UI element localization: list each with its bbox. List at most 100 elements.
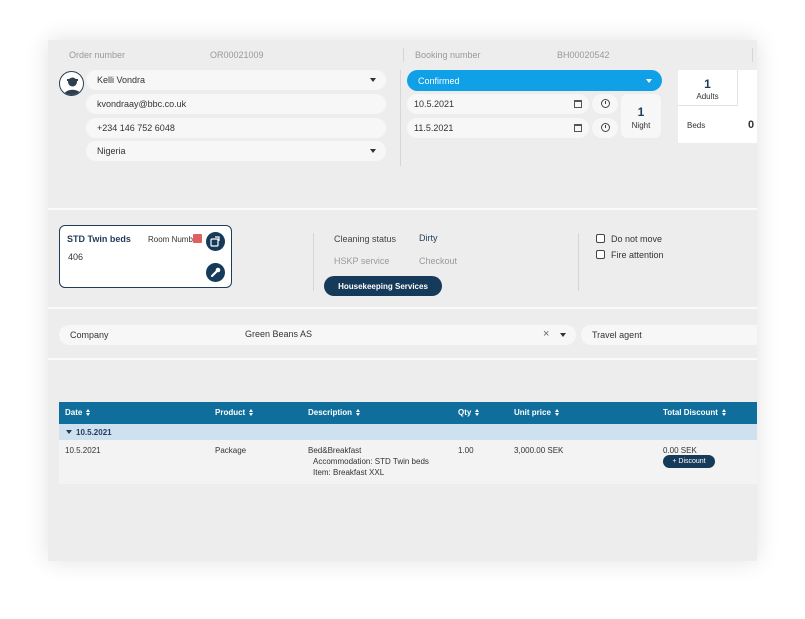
date-group-row[interactable]: 10.5.2021 (59, 424, 757, 440)
row-description-accommodation: Accommodation: STD Twin beds (313, 457, 429, 466)
guest-name-select[interactable]: Kelli Vondra (86, 70, 386, 90)
column-unit-price[interactable]: Unit price (514, 408, 560, 417)
clock-icon (601, 99, 610, 108)
company-select[interactable]: Company Green Beans AS × (59, 325, 576, 345)
guest-avatar-icon[interactable] (59, 71, 84, 96)
column-description[interactable]: Description (308, 408, 361, 417)
column-product-label: Product (215, 408, 246, 417)
row-unit-price: 3,000.00 SEK (514, 446, 564, 455)
company-value: Green Beans AS (245, 329, 313, 339)
room-tools-button[interactable] (206, 263, 225, 282)
row-description-item: Item: Breakfast XXL (313, 468, 385, 477)
room-type: STD Twin beds (67, 234, 131, 244)
row-qty: 1.00 (458, 446, 474, 455)
swap-icon (210, 236, 220, 247)
sort-icon (356, 408, 361, 417)
room-number-label: Room Numb (148, 235, 193, 244)
hskp-service-label: HSKP service (334, 256, 390, 266)
booking-status: Confirmed (418, 75, 460, 86)
booking-status-select[interactable]: Confirmed (407, 70, 662, 91)
order-number-value: OR00021009 (210, 50, 264, 60)
sort-icon (554, 408, 560, 417)
departure-time-button[interactable] (592, 118, 618, 138)
cleaning-status-value[interactable]: Dirty (419, 233, 438, 243)
nights-box: 1 Night (621, 94, 661, 138)
room-number: 406 (68, 252, 84, 262)
group-date: 10.5.2021 (76, 428, 112, 437)
occupancy-panel: 1 Adults Beds 0 (678, 70, 757, 143)
nights-label: Night (631, 121, 651, 130)
table-row[interactable]: 10.5.2021 Package Bed&Breakfast Accommod… (59, 440, 757, 484)
chevron-down-icon (370, 149, 376, 153)
guest-phone-field[interactable]: +234 146 752 6048 (86, 118, 386, 138)
sort-icon (475, 408, 480, 417)
fire-attention-label: Fire attention (611, 250, 664, 260)
row-description: Bed&Breakfast (308, 446, 362, 455)
row-date: 10.5.2021 (65, 446, 101, 455)
departure-date: 11.5.2021 (414, 123, 454, 133)
chevron-down-icon (370, 78, 376, 82)
edit-room-icon[interactable] (193, 234, 202, 243)
section-divider (48, 208, 757, 210)
arrival-time-button[interactable] (592, 94, 618, 114)
wrench-icon (210, 267, 221, 278)
row-product: Package (215, 446, 247, 455)
clock-icon (601, 123, 610, 132)
sort-icon (721, 408, 727, 417)
room-card[interactable]: STD Twin beds Room Numb 406 (59, 225, 232, 288)
guest-name: Kelli Vondra (97, 75, 146, 85)
clear-icon[interactable]: × (543, 328, 549, 340)
add-discount-button[interactable]: + Discount (663, 455, 715, 468)
sort-icon (249, 408, 254, 417)
section-divider (48, 358, 757, 360)
header-divider (403, 48, 404, 62)
section-divider (48, 307, 757, 309)
do-not-move-label: Do not move (611, 234, 663, 244)
guest-email: kvondraay@bbc.co.uk (97, 99, 187, 109)
room-swap-button[interactable] (206, 232, 225, 251)
do-not-move-checkbox[interactable] (596, 234, 605, 243)
beds-value: 0 (748, 119, 755, 131)
arrival-date: 10.5.2021 (414, 99, 455, 109)
adults-count: 1 (704, 77, 711, 91)
travel-agent-select[interactable]: Travel agent (581, 325, 757, 345)
header-divider-right (752, 48, 753, 62)
hskp-service-value: Checkout (419, 256, 458, 266)
cleaning-status-label: Cleaning status (334, 234, 397, 244)
adults-cell[interactable]: 1 Adults (678, 70, 738, 106)
sort-icon (86, 408, 91, 417)
housekeeping-services-button[interactable]: Housekeeping Services (324, 276, 442, 296)
guest-phone: +234 146 752 6048 (97, 123, 175, 133)
column-unit-price-label: Unit price (514, 408, 551, 417)
column-total-discount-label: Total Discount (663, 408, 718, 417)
column-date-label: Date (65, 408, 83, 417)
calendar-icon[interactable] (574, 124, 582, 132)
chevron-down-icon (560, 333, 566, 337)
beds-label: Beds (687, 121, 706, 130)
fire-attention-checkbox[interactable] (596, 250, 605, 259)
order-number-label: Order number (69, 50, 126, 60)
column-description-label: Description (308, 408, 353, 417)
departure-date-field[interactable]: 11.5.2021 (407, 118, 589, 138)
booking-number-value: BH00020542 (557, 50, 610, 60)
calendar-icon[interactable] (574, 100, 582, 108)
company-label: Company (70, 330, 109, 340)
flags-divider (578, 233, 579, 291)
caret-down-icon[interactable] (66, 430, 72, 434)
column-qty[interactable]: Qty (458, 408, 480, 417)
room-divider (313, 233, 314, 291)
column-date[interactable]: Date (65, 408, 91, 417)
column-product[interactable]: Product (215, 408, 254, 417)
adults-label: Adults (696, 92, 719, 101)
guest-country-select[interactable]: Nigeria (86, 141, 386, 161)
guest-country: Nigeria (97, 146, 126, 156)
row-total-discount: 0.00 SEK (663, 446, 697, 455)
column-total-discount[interactable]: Total Discount (663, 408, 727, 417)
travel-agent-label: Travel agent (592, 330, 642, 340)
booking-number-label: Booking number (415, 50, 481, 60)
column-qty-label: Qty (458, 408, 472, 417)
arrival-date-field[interactable]: 10.5.2021 (407, 94, 589, 114)
order-table-header: Date Product Description Qty Unit price … (59, 402, 757, 424)
guest-email-field[interactable]: kvondraay@bbc.co.uk (86, 94, 386, 114)
guest-divider (400, 70, 401, 166)
